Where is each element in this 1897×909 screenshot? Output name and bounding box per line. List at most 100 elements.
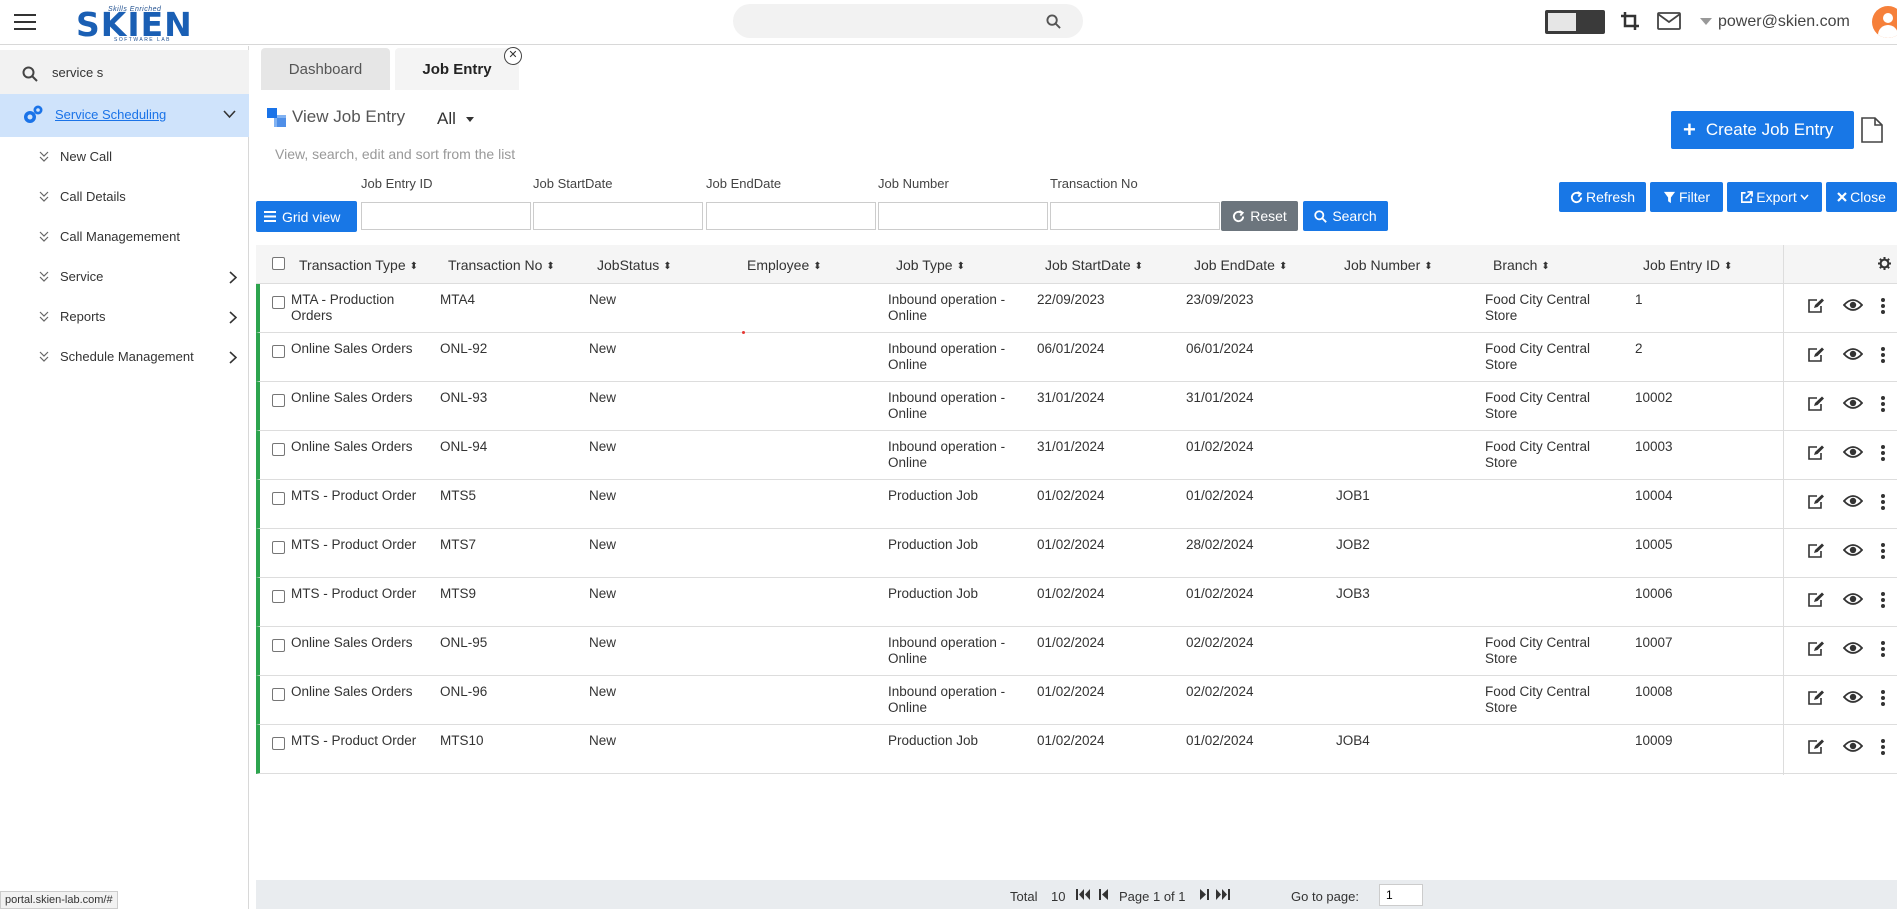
tab-dashboard[interactable]: Dashboard: [261, 48, 390, 90]
goto-page-input[interactable]: [1379, 884, 1423, 906]
next-page-icon[interactable]: [1200, 889, 1209, 900]
edit-icon[interactable]: [1807, 347, 1825, 363]
eye-icon[interactable]: [1843, 396, 1863, 410]
export-button[interactable]: Export: [1727, 182, 1822, 212]
sort-icon[interactable]: ⬍: [1135, 261, 1143, 272]
sort-icon[interactable]: ⬍: [1724, 261, 1732, 272]
mail-icon[interactable]: [1657, 12, 1681, 30]
row-checkbox[interactable]: [272, 688, 285, 701]
search-icon[interactable]: [1046, 14, 1061, 29]
eye-icon[interactable]: [1843, 739, 1863, 753]
table-row[interactable]: Online Sales Orders ONL-94 New Inbound oper…: [256, 431, 1897, 480]
table-row[interactable]: MTS - Product Order MTS5 New Production Job…: [256, 480, 1897, 529]
sidebar-item-reports[interactable]: Reports: [0, 297, 249, 337]
job-end-date-field[interactable]: [706, 202, 876, 230]
table-row[interactable]: Online Sales Orders ONL-96 New Inbound oper…: [256, 676, 1897, 725]
edit-icon[interactable]: [1807, 739, 1825, 755]
sort-icon[interactable]: ⬍: [546, 261, 554, 272]
job-number-field[interactable]: [878, 202, 1048, 230]
more-vertical-icon[interactable]: [1880, 592, 1886, 608]
sidebar-item-call-management[interactable]: Call Managemement: [0, 217, 249, 257]
sidebar-item-call-details[interactable]: Call Details: [0, 177, 249, 217]
eye-icon[interactable]: [1843, 592, 1863, 606]
theme-toggle[interactable]: [1545, 10, 1605, 34]
transaction-no-field[interactable]: [1050, 202, 1220, 230]
table-row[interactable]: MTS - Product Order MTS7 New Production Job…: [256, 529, 1897, 578]
eye-icon[interactable]: [1843, 690, 1863, 704]
tab-close-icon[interactable]: ✕: [504, 47, 522, 65]
document-icon[interactable]: [1860, 116, 1884, 144]
eye-icon[interactable]: [1843, 543, 1863, 557]
sort-icon[interactable]: ⬍: [957, 261, 965, 272]
eye-icon[interactable]: [1843, 298, 1863, 312]
more-vertical-icon[interactable]: [1880, 445, 1886, 461]
column-header-job-number[interactable]: Job Number ⬍: [1344, 257, 1433, 273]
hamburger-menu-icon[interactable]: [14, 14, 36, 30]
grid-view-button[interactable]: Grid view: [256, 201, 357, 232]
row-checkbox[interactable]: [272, 443, 285, 456]
row-checkbox[interactable]: [272, 394, 285, 407]
sidebar-item-service-scheduling[interactable]: Service Scheduling: [0, 94, 249, 137]
sort-icon[interactable]: ⬍: [1279, 261, 1287, 272]
edit-icon[interactable]: [1807, 543, 1825, 559]
sidebar-item-new-call[interactable]: New Call: [0, 137, 249, 177]
more-vertical-icon[interactable]: [1880, 298, 1886, 314]
sort-icon[interactable]: ⬍: [813, 261, 821, 272]
column-header-job-status[interactable]: JobStatus ⬍: [597, 257, 672, 273]
row-checkbox[interactable]: [272, 492, 285, 505]
edit-icon[interactable]: [1807, 641, 1825, 657]
more-vertical-icon[interactable]: [1880, 739, 1886, 755]
refresh-button[interactable]: Refresh: [1559, 182, 1646, 212]
row-checkbox[interactable]: [272, 639, 285, 652]
eye-icon[interactable]: [1843, 641, 1863, 655]
user-email[interactable]: power@skien.com: [1718, 13, 1850, 31]
close-button[interactable]: Close: [1826, 182, 1897, 212]
reset-button[interactable]: Reset: [1221, 201, 1298, 231]
create-job-entry-button[interactable]: + Create Job Entry: [1671, 111, 1854, 149]
table-row[interactable]: MTA - Production Orders MTA4 New Inbound op…: [256, 284, 1897, 333]
first-page-icon[interactable]: [1076, 889, 1090, 900]
edit-icon[interactable]: [1807, 494, 1825, 510]
row-checkbox[interactable]: [272, 296, 285, 309]
column-header-transaction-type[interactable]: Transaction Type ⬍: [299, 257, 418, 273]
more-vertical-icon[interactable]: [1880, 494, 1886, 510]
column-header-job-entry-id[interactable]: Job Entry ID ⬍: [1643, 257, 1732, 273]
more-vertical-icon[interactable]: [1880, 641, 1886, 657]
row-checkbox[interactable]: [272, 541, 285, 554]
table-row[interactable]: Online Sales Orders ONL-92 New Inbound oper…: [256, 333, 1897, 382]
sidebar-item-schedule-management[interactable]: Schedule Management: [0, 337, 249, 377]
column-header-transaction-no[interactable]: Transaction No ⬍: [448, 257, 555, 273]
more-vertical-icon[interactable]: [1880, 690, 1886, 706]
column-header-branch[interactable]: Branch ⬍: [1493, 257, 1550, 273]
filter-button[interactable]: Filter: [1650, 182, 1723, 212]
caret-down-icon[interactable]: [466, 117, 474, 122]
row-checkbox[interactable]: [272, 737, 285, 750]
select-all-checkbox[interactable]: [272, 257, 285, 270]
sort-icon[interactable]: ⬍: [410, 261, 418, 272]
view-filter-dropdown[interactable]: All: [437, 109, 456, 129]
table-row[interactable]: Online Sales Orders ONL-95 New Inbound oper…: [256, 627, 1897, 676]
edit-icon[interactable]: [1807, 396, 1825, 412]
sort-icon[interactable]: ⬍: [1424, 261, 1432, 272]
avatar[interactable]: [1872, 6, 1897, 38]
eye-icon[interactable]: [1843, 494, 1863, 508]
job-start-date-field[interactable]: [533, 202, 703, 230]
eye-icon[interactable]: [1843, 347, 1863, 361]
sidebar-item-service[interactable]: Service: [0, 257, 249, 297]
column-header-job-end-date[interactable]: Job EndDate ⬍: [1194, 257, 1287, 273]
tab-job-entry[interactable]: Job Entry: [395, 48, 519, 90]
crop-icon[interactable]: [1620, 11, 1640, 31]
edit-icon[interactable]: [1807, 298, 1825, 314]
search-button[interactable]: Search: [1303, 201, 1388, 231]
edit-icon[interactable]: [1807, 445, 1825, 461]
more-vertical-icon[interactable]: [1880, 347, 1886, 363]
column-header-employee[interactable]: Employee ⬍: [747, 257, 822, 273]
sidebar-search-input[interactable]: [52, 60, 232, 84]
table-row[interactable]: MTS - Product Order MTS9 New Production Job…: [256, 578, 1897, 627]
column-header-job-type[interactable]: Job Type ⬍: [896, 257, 965, 273]
global-search-input[interactable]: [733, 4, 1083, 38]
job-entry-id-field[interactable]: [361, 202, 531, 230]
more-vertical-icon[interactable]: [1880, 396, 1886, 412]
more-vertical-icon[interactable]: [1880, 543, 1886, 559]
eye-icon[interactable]: [1843, 445, 1863, 459]
